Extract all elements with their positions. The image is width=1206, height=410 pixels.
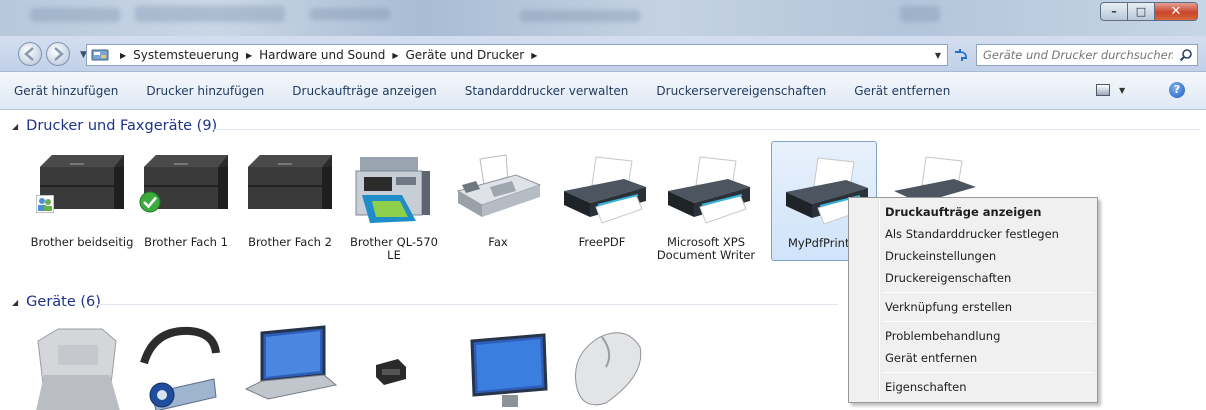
- title-bar: – □ ✕: [0, 0, 1206, 36]
- usb-receiver-icon[interactable]: [372, 351, 412, 391]
- refresh-icon: [955, 49, 967, 61]
- breadcrumb-separator-icon[interactable]: ▶: [392, 51, 398, 60]
- see-print-jobs-button[interactable]: Druckaufträge anzeigen: [292, 84, 436, 98]
- laptop-icon[interactable]: [238, 323, 338, 410]
- change-view-icon[interactable]: [1096, 84, 1110, 96]
- minimize-icon: –: [1111, 5, 1117, 18]
- control-panel-icon: [91, 49, 109, 61]
- device-brother-ql-570-le[interactable]: Brother QL-570 LE: [342, 151, 446, 262]
- close-icon: ✕: [1170, 4, 1182, 19]
- breadcrumb-geraete-und-drucker[interactable]: Geräte und Drucker: [406, 48, 525, 62]
- breadcrumb-separator-icon[interactable]: ▶: [246, 51, 252, 60]
- monitor-icon[interactable]: [462, 333, 562, 410]
- collapse-triangle-icon[interactable]: ◢: [12, 122, 18, 131]
- device-fax[interactable]: Fax: [446, 151, 550, 249]
- back-button[interactable]: [18, 42, 42, 66]
- device-label: Brother Fach 1: [144, 235, 228, 249]
- minimize-button[interactable]: –: [1100, 2, 1127, 21]
- group-divider: [98, 304, 838, 305]
- search-icon[interactable]: [1179, 48, 1193, 62]
- menu-item-set-as-default-printer[interactable]: Als Standarddrucker festlegen: [851, 223, 1095, 245]
- device-microsoft-xps-document-writer[interactable]: Microsoft XPS Document Writer: [654, 151, 758, 262]
- menu-item-see-print-jobs[interactable]: Druckaufträge anzeigen: [851, 201, 1095, 223]
- view-options-dropdown-icon[interactable]: ▼: [1119, 86, 1125, 95]
- add-printer-button[interactable]: Drucker hinzufügen: [146, 84, 264, 98]
- breadcrumb-separator-icon[interactable]: ▶: [120, 51, 126, 60]
- maximize-icon: □: [1135, 5, 1147, 18]
- laser-printer-icon: [40, 155, 124, 209]
- maximize-button[interactable]: □: [1127, 2, 1154, 21]
- blurred-background: [30, 8, 120, 22]
- address-dropdown-icon[interactable]: ▼: [935, 51, 941, 60]
- menu-item-printing-preferences[interactable]: Druckeinstellungen: [851, 245, 1095, 267]
- search-input[interactable]: [983, 48, 1173, 62]
- laser-printer-icon: [248, 155, 332, 209]
- address-bar: ▼ ▶ Systemsteuerung ▶ Hardware und Sound…: [0, 36, 1206, 72]
- device-label: Fax: [488, 235, 508, 249]
- printers-group-title: Drucker und Faxgeräte (9): [26, 118, 218, 134]
- menu-item-printer-properties[interactable]: Druckereigenschaften: [851, 267, 1095, 289]
- forward-arrow-icon: [54, 47, 64, 61]
- device-label: Brother Fach 2: [248, 235, 332, 249]
- forward-button[interactable]: [46, 42, 70, 66]
- device-label: Brother QL-570 LE: [349, 235, 438, 262]
- menu-separator: [883, 321, 1093, 322]
- blurred-background: [900, 6, 940, 22]
- mouse-icon[interactable]: [566, 323, 646, 410]
- caption-buttons: – □ ✕: [1100, 2, 1198, 21]
- close-button[interactable]: ✕: [1154, 2, 1198, 21]
- search-box[interactable]: [976, 44, 1198, 66]
- scanner-icon[interactable]: [30, 323, 130, 410]
- devices-pane: ◢ Drucker und Faxgeräte (9) Brother beid…: [0, 111, 1206, 410]
- devices-group-title: Geräte (6): [26, 294, 101, 310]
- manage-default-printers-button[interactable]: Standarddrucker verwalten: [465, 84, 629, 98]
- blurred-background: [520, 10, 640, 22]
- menu-item-properties[interactable]: Eigenschaften: [851, 376, 1095, 398]
- menu-separator: [883, 372, 1093, 373]
- refresh-button[interactable]: [950, 46, 972, 64]
- printer-icon: [668, 156, 750, 224]
- bluetooth-headset-icon[interactable]: [134, 323, 234, 410]
- device-freepdf[interactable]: FreePDF: [550, 151, 654, 249]
- help-icon[interactable]: ?: [1169, 82, 1185, 98]
- breadcrumb-systemsteuerung[interactable]: Systemsteuerung: [133, 48, 239, 62]
- add-device-button[interactable]: Gerät hinzufügen: [14, 84, 118, 98]
- device-label: FreePDF: [578, 235, 626, 249]
- menu-separator: [883, 292, 1093, 293]
- address-field[interactable]: ▶ Systemsteuerung ▶ Hardware und Sound ▶…: [86, 44, 948, 66]
- blurred-background: [310, 8, 390, 20]
- default-printer-check-icon: [139, 191, 161, 213]
- device-brother-fach-2[interactable]: Brother Fach 2: [238, 151, 342, 249]
- device-brother-beidseitig[interactable]: Brother beidseitig: [30, 151, 134, 249]
- fax-icon: [456, 154, 542, 217]
- back-arrow-icon: [24, 47, 34, 61]
- printers-group-header[interactable]: ◢ Drucker und Faxgeräte (9): [12, 118, 217, 134]
- breadcrumb-hardware-und-sound[interactable]: Hardware und Sound: [259, 48, 385, 62]
- group-divider: [214, 129, 1200, 130]
- printer-icon: [564, 156, 646, 224]
- context-menu: Druckaufträge anzeigen Als Standarddruck…: [848, 197, 1098, 403]
- shared-users-icon: [36, 195, 54, 213]
- remove-device-button[interactable]: Gerät entfernen: [854, 84, 950, 98]
- command-bar: Gerät hinzufügen Drucker hinzufügen Druc…: [0, 72, 1206, 110]
- print-server-properties-button[interactable]: Druckerservereigenschaften: [656, 84, 826, 98]
- breadcrumb-separator-icon[interactable]: ▶: [531, 51, 537, 60]
- menu-item-remove-device[interactable]: Gerät entfernen: [851, 347, 1095, 369]
- menu-item-troubleshoot[interactable]: Problembehandlung: [851, 325, 1095, 347]
- collapse-triangle-icon[interactable]: ◢: [12, 298, 18, 307]
- menu-item-create-shortcut[interactable]: Verknüpfung erstellen: [851, 296, 1095, 318]
- device-label: Brother beidseitig: [30, 235, 134, 249]
- label-printer-icon: [355, 157, 430, 223]
- device-brother-fach-1[interactable]: Brother Fach 1: [134, 151, 238, 249]
- device-label: Microsoft XPS Document Writer: [656, 235, 756, 262]
- blurred-background: [135, 6, 285, 22]
- devices-group-header[interactable]: ◢ Geräte (6): [12, 294, 101, 310]
